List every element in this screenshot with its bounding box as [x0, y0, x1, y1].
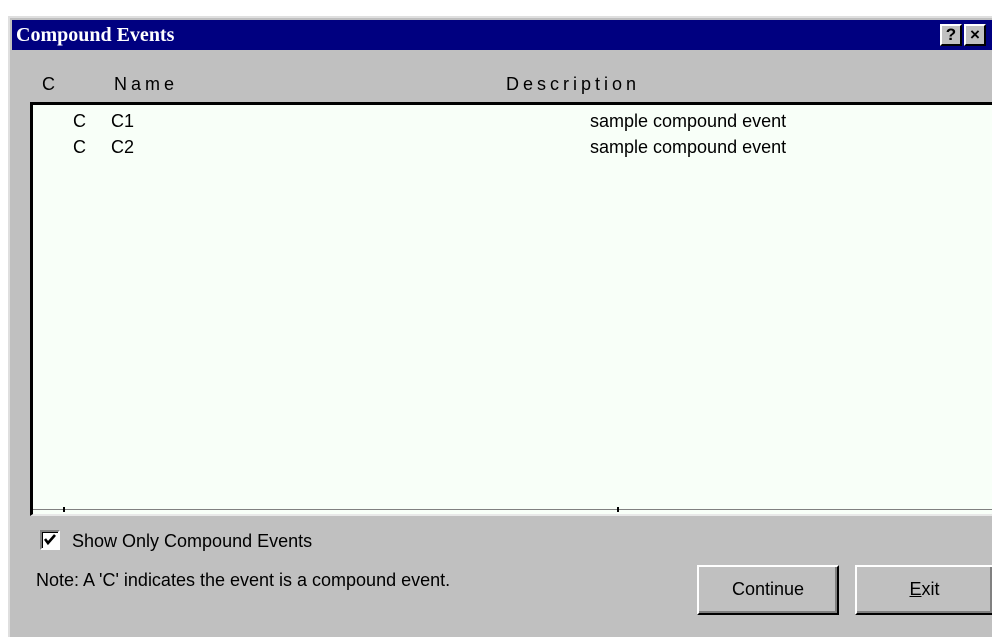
show-only-compound-checkbox[interactable] — [40, 530, 60, 550]
column-divider-handle[interactable] — [617, 507, 619, 512]
compound-events-dialog: Compound Events ? × C Name Description C… — [8, 16, 992, 637]
close-icon: × — [970, 25, 980, 44]
checkmark-icon — [43, 534, 56, 546]
list-item[interactable]: C C2 sample compound event — [33, 134, 992, 160]
show-only-compound-label[interactable]: Show Only Compound Events — [72, 530, 312, 552]
column-divider-handle[interactable] — [63, 507, 65, 512]
list-item[interactable]: C C1 sample compound event — [33, 108, 992, 134]
row-description: sample compound event — [590, 111, 787, 131]
help-icon: ? — [945, 25, 957, 44]
close-button[interactable]: × — [964, 24, 986, 46]
row-name: C2 — [111, 137, 135, 157]
list-column-rule — [33, 509, 992, 510]
events-list[interactable]: C C1 sample compound event C C2 sample c… — [30, 102, 992, 516]
row-description: sample compound event — [590, 137, 787, 157]
exit-button[interactable]: Exit — [855, 565, 992, 615]
column-header-description: Description — [506, 74, 641, 94]
exit-button-label: xit — [921, 579, 940, 599]
row-compound-flag: C — [73, 137, 86, 157]
exit-accelerator: E — [909, 579, 922, 599]
title-bar[interactable]: Compound Events ? × — [12, 20, 992, 50]
row-compound-flag: C — [73, 111, 86, 131]
continue-button-label: Continue — [731, 579, 805, 599]
window-title: Compound Events — [16, 24, 175, 46]
row-name: C1 — [111, 111, 135, 131]
note-text: Note: A 'C' indicates the event is a com… — [36, 570, 451, 590]
column-header-name: Name — [114, 74, 179, 94]
continue-button[interactable]: Continue — [697, 565, 839, 615]
help-button[interactable]: ? — [940, 24, 962, 46]
column-header-c: C — [42, 74, 59, 94]
